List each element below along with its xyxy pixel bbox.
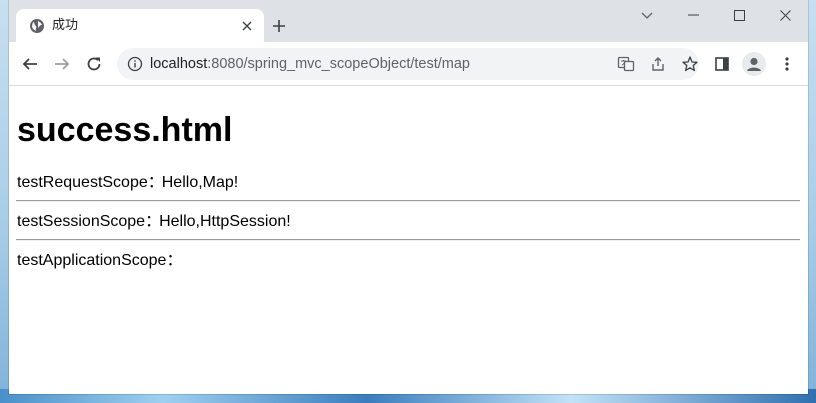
url-path: :8080/spring_mvc_scopeObject/test/map	[207, 56, 470, 72]
browser-window: 成功 localhost:8080/spring_mvc_scopeObject…	[9, 0, 808, 394]
browser-tab[interactable]: 成功	[16, 9, 264, 42]
bookmark-star-icon[interactable]	[681, 55, 699, 73]
row-value: Hello,HttpSession!	[159, 213, 291, 230]
address-bar[interactable]: localhost:8080/spring_mvc_scopeObject/te…	[117, 48, 699, 80]
globe-icon	[29, 18, 45, 34]
page-content: success.html testRequestScope：Hello,Map!…	[9, 87, 808, 394]
side-panel-icon[interactable]	[708, 50, 736, 78]
forward-icon[interactable]	[48, 50, 76, 78]
site-info-icon[interactable]	[127, 56, 143, 72]
page-title: success.html	[17, 111, 233, 149]
back-icon[interactable]	[16, 50, 44, 78]
reload-icon[interactable]	[80, 50, 108, 78]
close-tab-icon[interactable]	[238, 17, 256, 35]
row-separator: ：	[145, 213, 162, 230]
row-label: testSessionScope	[17, 213, 146, 230]
row-separator: ：	[166, 252, 183, 269]
browser-toolbar: localhost:8080/spring_mvc_scopeObject/te…	[9, 42, 808, 86]
divider	[16, 239, 800, 241]
new-tab-button[interactable]	[267, 14, 291, 38]
minimize-icon[interactable]	[670, 0, 716, 30]
menu-kebab-icon[interactable]	[773, 50, 801, 78]
request-scope-row: testRequestScope：Hello,Map!	[17, 173, 238, 193]
divider	[16, 200, 800, 202]
maximize-icon[interactable]	[716, 0, 762, 30]
window-controls	[670, 0, 808, 30]
close-window-icon[interactable]	[762, 0, 808, 30]
translate-icon[interactable]	[617, 55, 635, 73]
row-separator: ：	[147, 174, 164, 191]
application-scope-row: testApplicationScope：	[17, 251, 183, 271]
url-text[interactable]: localhost:8080/spring_mvc_scopeObject/te…	[150, 56, 470, 72]
session-scope-row: testSessionScope：Hello,HttpSession!	[17, 212, 291, 232]
tab-search-chevron-icon[interactable]	[635, 6, 659, 26]
share-icon[interactable]	[649, 55, 667, 73]
row-label: testApplicationScope	[17, 252, 167, 269]
url-host: localhost	[150, 56, 208, 72]
tab-title: 成功	[52, 18, 79, 33]
row-label: testRequestScope	[17, 174, 148, 191]
profile-avatar-icon[interactable]	[742, 52, 766, 76]
row-value: Hello,Map!	[161, 174, 239, 191]
tab-strip: 成功	[9, 0, 808, 42]
